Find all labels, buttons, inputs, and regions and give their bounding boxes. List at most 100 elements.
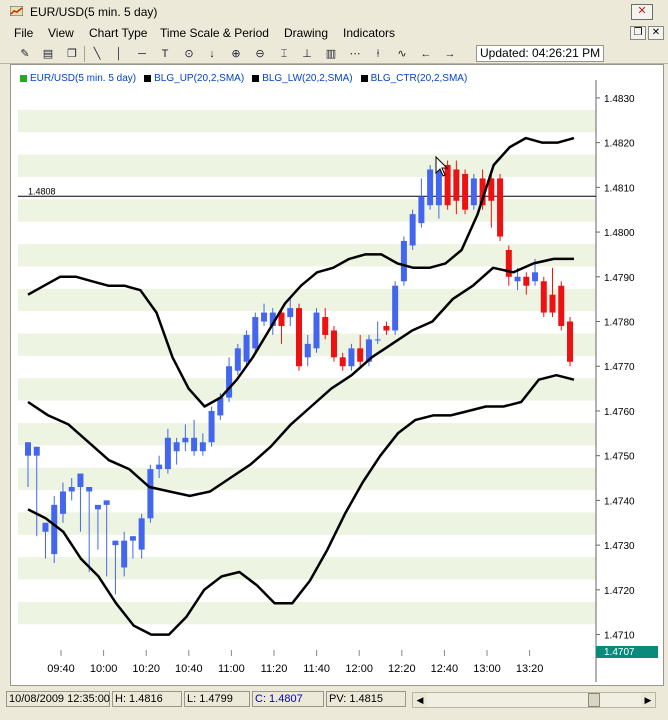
y-tick-label: 1.4780 (604, 318, 635, 329)
candle-body (296, 308, 302, 367)
x-tick-label: 12:20 (388, 663, 416, 675)
candle-body (226, 366, 233, 398)
x-tick-label: 09:40 (47, 663, 75, 675)
scroll-left-arrow-icon[interactable]: ◀ (413, 693, 427, 707)
candle-body (304, 343, 311, 358)
candle-body (409, 214, 416, 246)
grid-band (18, 557, 596, 580)
candle-body (523, 276, 530, 286)
legend-label: BLG_UP(20,2,SMA) (154, 72, 245, 84)
horizontal-line-label: 1.4808 (28, 186, 56, 196)
candle-body (129, 536, 136, 541)
candle-body (42, 522, 49, 532)
legend-label: BLG_CTR(20,2,SMA) (370, 72, 468, 84)
x-tick-label: 12:00 (345, 663, 373, 675)
candle-body (357, 348, 364, 362)
candle-body (25, 442, 31, 456)
candle-body (558, 285, 565, 326)
candle-body (514, 276, 521, 282)
last-price-label: 1.4707 (604, 647, 635, 658)
y-tick-label: 1.4750 (604, 452, 635, 463)
candle-body (243, 334, 250, 362)
grid-band (18, 422, 596, 446)
candle-body (287, 308, 294, 318)
scrollbar-thumb[interactable] (588, 693, 600, 707)
y-tick-label: 1.4730 (604, 541, 635, 552)
candle-body (121, 540, 128, 568)
candle-body (234, 348, 241, 371)
candle-body (208, 410, 215, 443)
y-tick-label: 1.4770 (604, 362, 635, 373)
candle-body (339, 357, 346, 367)
y-tick-label: 1.4710 (604, 631, 635, 642)
candle-body (462, 173, 469, 210)
x-tick-label: 11:00 (218, 663, 245, 675)
candle-body (313, 312, 320, 349)
candle-body (112, 540, 119, 546)
candle-body (68, 486, 75, 492)
candle-body (392, 285, 399, 331)
candle-body (383, 325, 390, 331)
status-close: C: 1.4807 (252, 691, 324, 707)
x-tick-label: 12:40 (431, 663, 459, 675)
legend-item: BLG_CTR(20,2,SMA) (360, 71, 468, 85)
candle-body (532, 272, 539, 282)
candle-body (418, 196, 425, 224)
legend-swatch (360, 74, 368, 82)
x-tick-label: 10:40 (175, 663, 203, 675)
grid-band (18, 512, 596, 535)
legend-swatch (252, 74, 260, 82)
grid-band (18, 467, 596, 491)
y-tick-label: 1.4820 (604, 139, 635, 150)
candle-body (252, 317, 259, 349)
x-tick-label: 10:00 (90, 663, 118, 675)
candle-body (156, 464, 163, 470)
candle-body (348, 348, 355, 367)
legend-swatch (144, 74, 152, 82)
y-tick-label: 1.4740 (604, 496, 635, 507)
candle-body (191, 437, 198, 452)
grid-band (18, 109, 596, 133)
x-tick-label: 11:20 (261, 663, 288, 675)
y-tick-label: 1.4800 (604, 228, 635, 239)
grid-band (18, 378, 596, 401)
candle-body (94, 504, 101, 510)
candle-body (427, 169, 434, 206)
y-tick-label: 1.4810 (604, 183, 635, 194)
candle-body (59, 491, 66, 514)
candle-body (164, 437, 171, 470)
legend-label: BLG_LW(20,2,SMA) (262, 72, 353, 84)
candle-body (33, 446, 40, 456)
price-chart[interactable]: 1.4830 1.4820 1.4810 1.4800 1.4790 1.4780 1.47… (0, 0, 668, 720)
candle-body (453, 169, 460, 201)
chart-legend: EUR/USD(5 min. 5 day) BLG_UP(20,2,SMA) B… (20, 71, 475, 85)
x-tick-label: 10:20 (132, 663, 160, 675)
y-tick-label: 1.4760 (604, 407, 635, 418)
candle-body (147, 469, 154, 519)
status-low: L: 1.4799 (184, 691, 250, 707)
grid-band (18, 154, 596, 177)
x-tick-label: 13:00 (473, 663, 501, 675)
candle-body (374, 339, 381, 341)
candle-body (182, 437, 189, 443)
candle-body (103, 500, 110, 505)
horizontal-scrollbar[interactable]: ◀ ▶ (412, 692, 656, 708)
status-pv: PV: 1.4815 (326, 691, 406, 707)
grid-band (18, 199, 596, 222)
candle-body (497, 178, 504, 237)
candle-body (173, 442, 180, 452)
grid-band (18, 601, 596, 625)
legend-item: BLG_LW(20,2,SMA) (252, 71, 353, 85)
legend-swatch (20, 74, 27, 82)
y-tick-label: 1.4830 (604, 94, 635, 105)
candle-body (199, 442, 206, 452)
scroll-right-arrow-icon[interactable]: ▶ (641, 693, 655, 707)
candle-body (322, 317, 329, 335)
candle-body (138, 518, 145, 550)
x-tick-label: 11:40 (303, 663, 330, 675)
candle-body (330, 330, 337, 358)
candle-body (400, 241, 407, 282)
candle-body (567, 321, 573, 362)
status-datetime: 10/08/2009 12:35:00 (6, 691, 110, 707)
legend-item: EUR/USD(5 min. 5 day) (20, 71, 136, 85)
